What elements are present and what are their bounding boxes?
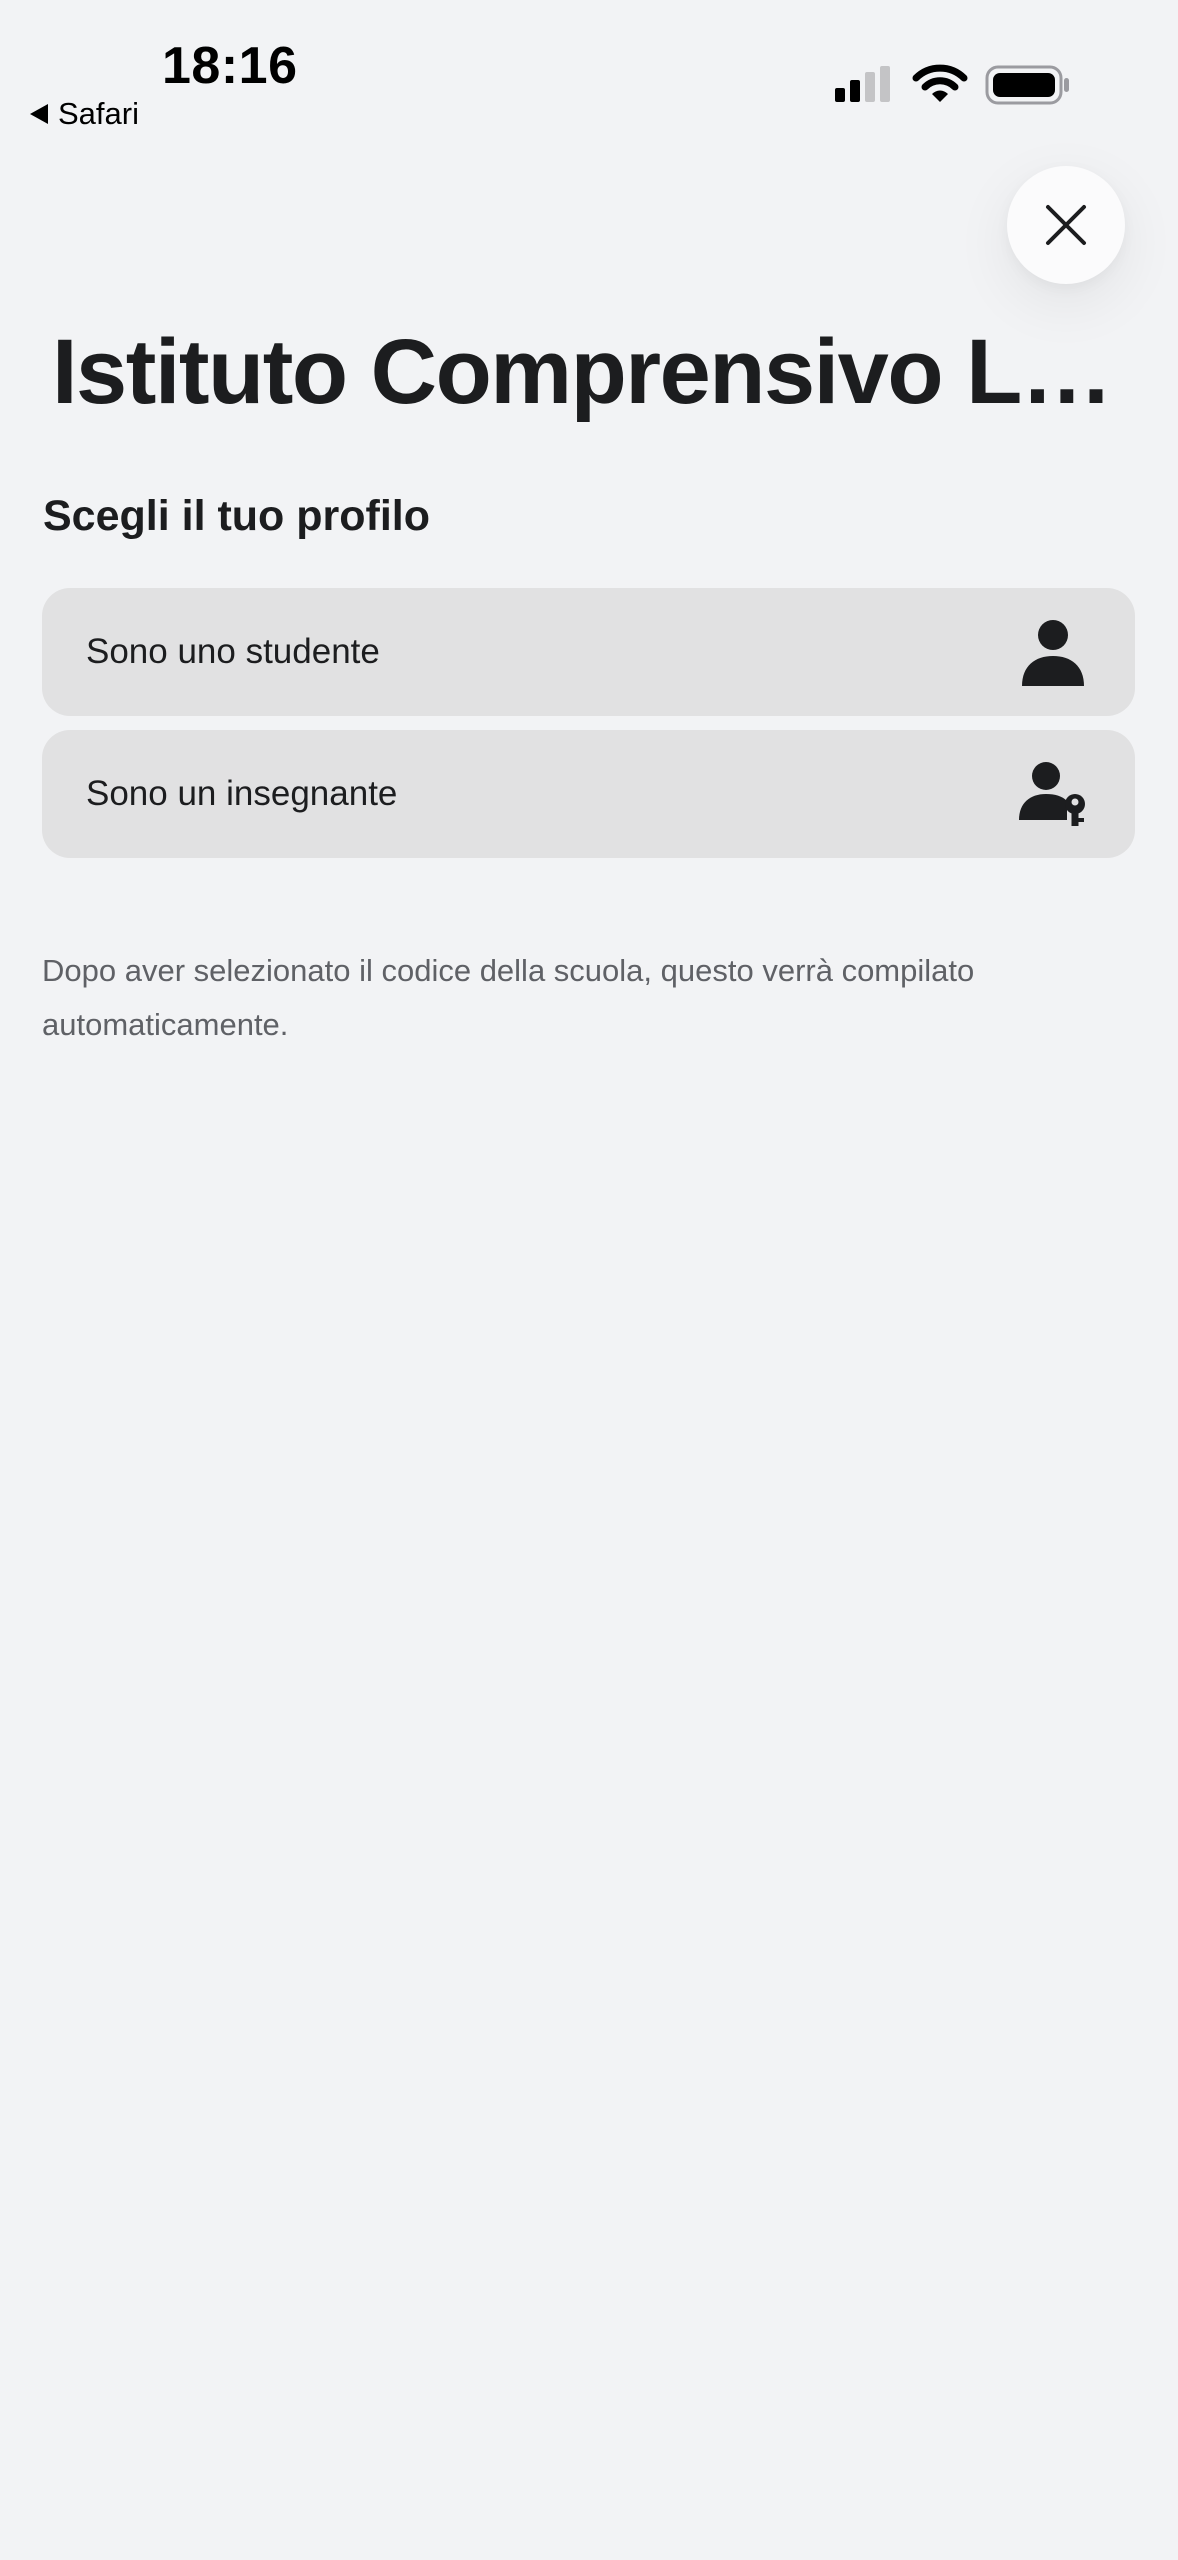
user-key-icon: [1017, 758, 1089, 830]
status-time: 18:16: [162, 37, 298, 95]
close-icon: [1046, 205, 1086, 245]
back-to-safari-link[interactable]: Safari: [30, 96, 139, 132]
battery-icon: [985, 65, 1069, 105]
teacher-profile-button[interactable]: Sono un insegnante: [42, 730, 1135, 858]
close-button[interactable]: [1007, 166, 1125, 284]
school-code-note: Dopo aver selezionato il codice della sc…: [42, 953, 975, 1042]
status-bar: 18:16 Safari: [0, 0, 1178, 140]
cellular-signal-icon: [835, 66, 890, 102]
back-link-label: Safari: [58, 96, 139, 131]
teacher-profile-label: Sono un insegnante: [86, 774, 398, 813]
student-profile-button[interactable]: Sono uno studente: [42, 588, 1135, 716]
back-arrow-icon: [30, 104, 48, 124]
user-icon: [1017, 616, 1089, 688]
page-title: Istituto Comprensivo Le...: [52, 321, 1132, 423]
wifi-icon: [912, 64, 968, 102]
section-title: Scegli il tuo profilo: [43, 492, 430, 540]
student-profile-label: Sono uno studente: [86, 632, 380, 671]
